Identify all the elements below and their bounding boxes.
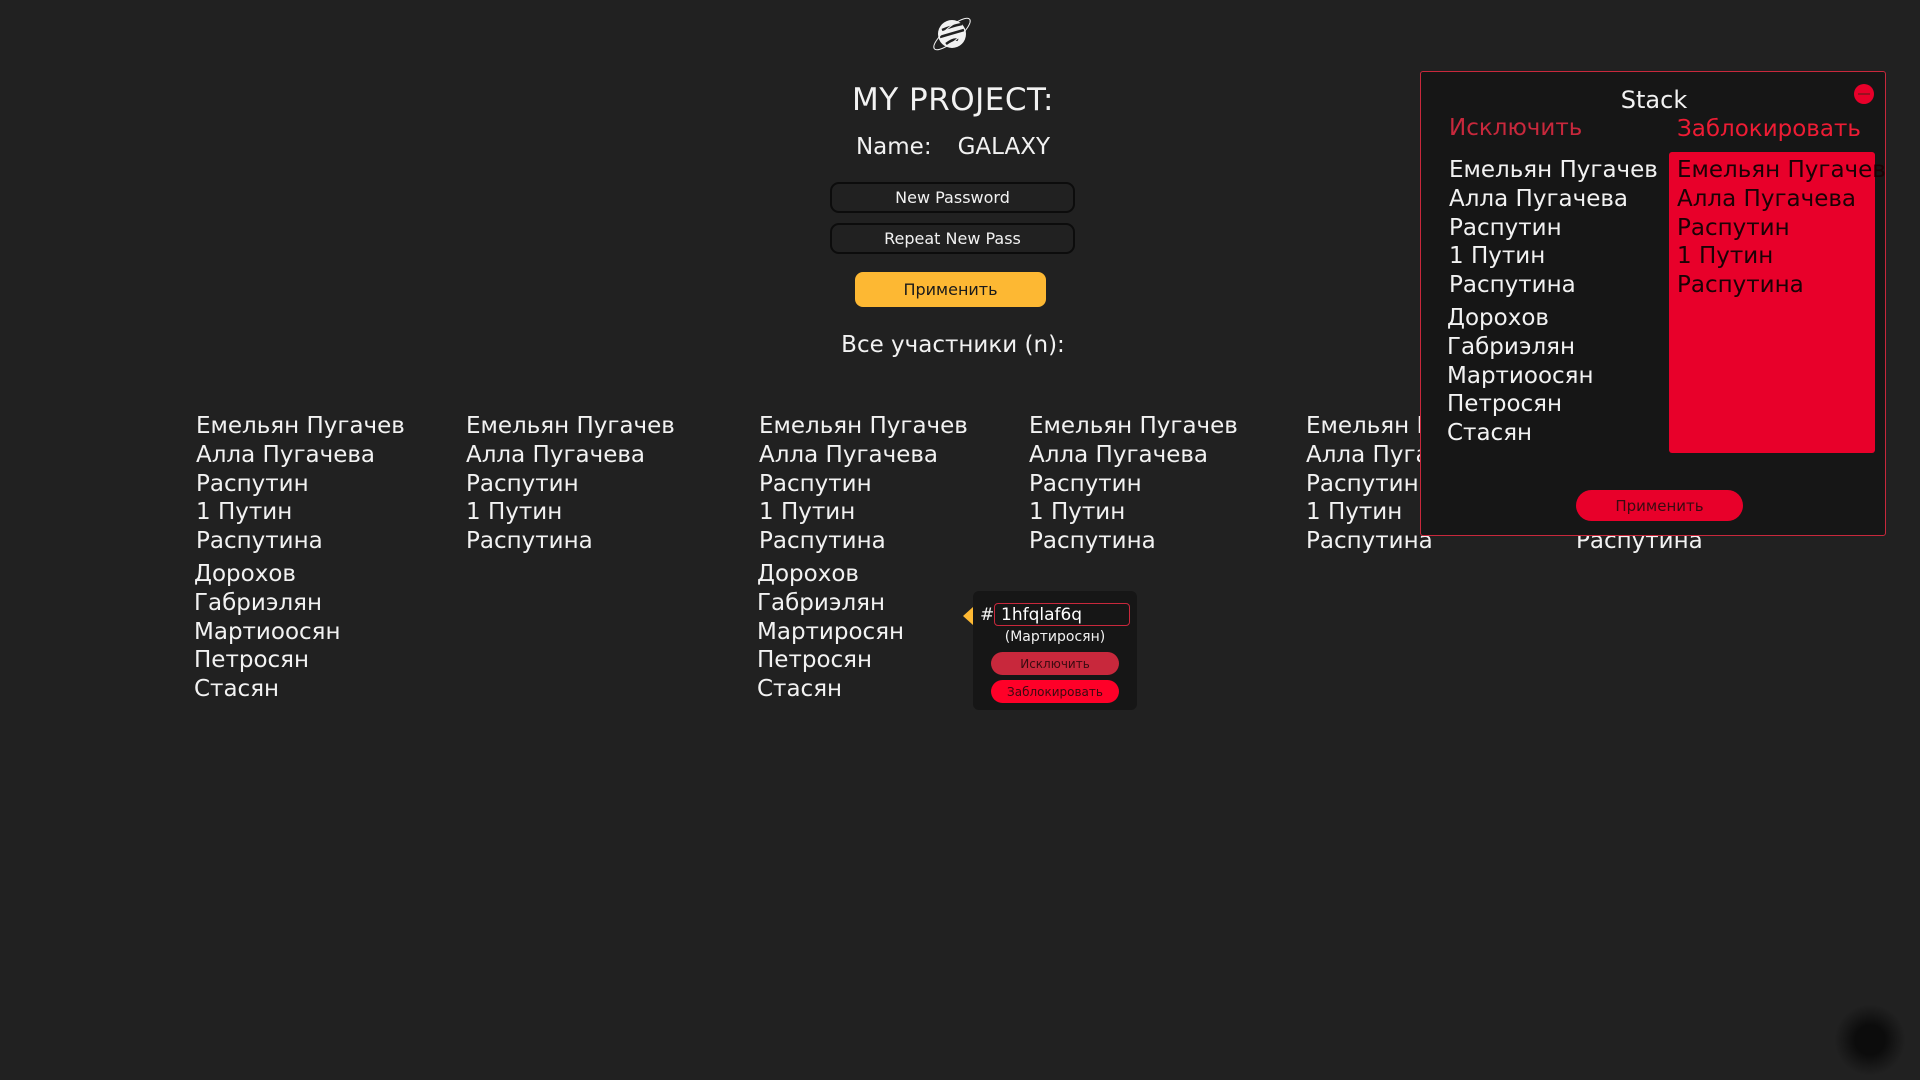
member-name[interactable]: Распутина [759, 527, 968, 556]
block-list-box: Емельян Пугачев Алла Пугачева Распутин 1 Пу… [1669, 152, 1886, 453]
member-name[interactable]: 1 Путин [466, 498, 675, 527]
member-name[interactable]: Алла Пугачева [1449, 185, 1658, 214]
member-name[interactable]: Емельян Пугачев [1449, 156, 1658, 185]
member-name[interactable]: Стасян [757, 675, 968, 704]
member-name[interactable]: Распутина [1029, 527, 1238, 556]
member-name[interactable]: 1 Путин [759, 498, 968, 527]
member-name[interactable]: Распутин [1449, 214, 1658, 243]
member-name[interactable]: 1 Путин [1449, 242, 1658, 271]
member-name[interactable]: Распутин [1677, 214, 1886, 243]
popup-pointer-icon [963, 607, 973, 625]
exclude-header: Исключить [1449, 115, 1583, 141]
member-group: Дорохов Габриэлян Мартиоосян Петросян Стасян [194, 560, 405, 704]
exclude-group: Дорохов Габриэлян Мартиоосян Петросян Стасян [1447, 304, 1658, 448]
exclude-list: Емельян Пугачев Алла Пугачева Распутин 1 Пу… [1447, 156, 1658, 448]
member-name: (Мартиросян) [1004, 629, 1106, 645]
member-name[interactable]: Дорохов [1447, 304, 1658, 333]
member-name[interactable]: Емельян Пугачев [196, 412, 405, 441]
member-name[interactable]: Мартиоосян [194, 618, 405, 647]
member-column: Емельян Пугачев Алла Пугачева Распутин 1 Пу… [466, 412, 675, 556]
member-group: Дорохов Габриэлян Мартиросян Петросян Стасян [757, 560, 968, 704]
stack-apply-button[interactable]: Применить [1576, 490, 1743, 521]
name-label: Name: [855, 134, 932, 160]
planet-logo-icon [933, 17, 971, 51]
member-name[interactable]: Дорохов [757, 560, 968, 589]
member-id-input[interactable] [994, 603, 1130, 626]
member-name[interactable]: 1 Путин [1029, 498, 1238, 527]
new-password-input[interactable] [830, 182, 1075, 213]
exclude-button[interactable]: Исключить [991, 652, 1119, 675]
floating-action-button[interactable] [1835, 1005, 1905, 1075]
member-name[interactable]: Алла Пугачева [466, 441, 675, 470]
block-list: Емельян Пугачев Алла Пугачева Распутин 1 Пу… [1677, 156, 1886, 300]
member-name[interactable]: 1 Путин [196, 498, 405, 527]
member-column: Емельян Пугачев Алла Пугачева Распутин 1 Пу… [757, 412, 968, 704]
member-popup: # (Мартиросян) Исключить Заблокировать [973, 591, 1137, 710]
hash-label: # [980, 605, 995, 625]
block-header: Заблокировать [1677, 116, 1861, 142]
close-icon[interactable] [1854, 84, 1874, 104]
stack-panel: Stack Исключить Заблокировать Емельян Пу… [1420, 71, 1886, 536]
member-name[interactable]: Емельян Пугачев [1677, 156, 1886, 185]
member-name[interactable]: Распутин [196, 470, 405, 499]
member-name[interactable]: Дорохов [194, 560, 405, 589]
member-name[interactable]: Стасян [194, 675, 405, 704]
member-name[interactable]: Распутин [466, 470, 675, 499]
member-name[interactable]: Распутин [1029, 470, 1238, 499]
member-name[interactable]: Габриэлян [1447, 333, 1658, 362]
repeat-password-input[interactable] [830, 223, 1075, 254]
member-name[interactable]: Петросян [194, 646, 405, 675]
member-name[interactable]: Алла Пугачева [759, 441, 968, 470]
member-name[interactable]: Емельян Пугачев [1029, 412, 1238, 441]
member-name[interactable]: 1 Путин [1677, 242, 1886, 271]
member-name[interactable]: Алла Пугачева [196, 441, 405, 470]
member-name[interactable]: Петросян [1447, 390, 1658, 419]
member-name[interactable]: Стасян [1447, 419, 1658, 448]
member-name[interactable]: Габриэлян [194, 589, 405, 618]
stack-title: Stack [1620, 86, 1688, 114]
member-name[interactable]: Распутина [1677, 271, 1886, 300]
member-name[interactable]: Петросян [757, 646, 968, 675]
member-name[interactable]: Габриэлян [757, 589, 968, 618]
member-name[interactable]: Распутина [1449, 271, 1658, 300]
member-column: Емельян Пугачев Алла Пугачева Распутин 1 Пу… [194, 412, 405, 704]
project-name: GALAXY [957, 134, 1051, 160]
member-name[interactable]: Мартиросян [757, 618, 968, 647]
member-name[interactable]: Алла Пугачева [1029, 441, 1238, 470]
member-name[interactable]: Распутина [196, 527, 405, 556]
member-name[interactable]: Алла Пугачева [1677, 185, 1886, 214]
member-name[interactable]: Распутин [759, 470, 968, 499]
block-button[interactable]: Заблокировать [991, 680, 1119, 703]
member-name[interactable]: Мартиоосян [1447, 362, 1658, 391]
member-column: Емельян Пугачев Алла Пугачева Распутин 1 Пу… [1029, 412, 1238, 556]
member-name[interactable]: Распутина [466, 527, 675, 556]
member-name[interactable]: Емельян Пугачев [466, 412, 675, 441]
member-name[interactable]: Емельян Пугачев [759, 412, 968, 441]
apply-password-button[interactable]: Применить [855, 272, 1046, 307]
